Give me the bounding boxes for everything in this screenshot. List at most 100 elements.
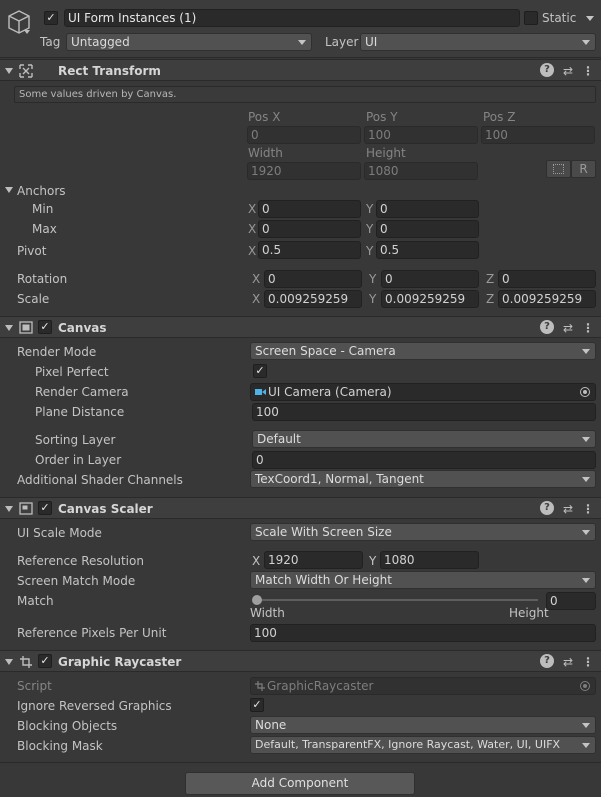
- pos-z-field: 100: [481, 126, 595, 144]
- active-checkbox[interactable]: ✓: [44, 11, 58, 25]
- component-title: Canvas: [58, 321, 107, 335]
- pivot-x-field[interactable]: 0.5: [258, 241, 361, 259]
- kebab-menu-icon[interactable]: ⋮: [582, 501, 594, 517]
- canvas-scaler-icon: [19, 502, 33, 515]
- canvas-icon: [19, 321, 33, 334]
- canvas-scaler-enabled-checkbox[interactable]: ✓: [38, 501, 52, 515]
- max-y-field[interactable]: 0: [376, 220, 479, 238]
- axis-y-label: Y: [366, 244, 374, 258]
- anchors-foldout-icon[interactable]: [5, 187, 13, 193]
- blueprint-mode-button[interactable]: [546, 160, 571, 178]
- pivot-label: Pivot: [17, 244, 47, 258]
- shader-channels-label: Additional Shader Channels: [17, 473, 183, 487]
- ignore-reversed-checkbox[interactable]: ✓: [250, 698, 264, 712]
- help-icon[interactable]: ?: [540, 320, 554, 334]
- axis-y-label: Y: [369, 554, 377, 568]
- plane-distance-field[interactable]: 100: [252, 403, 596, 421]
- min-x-field[interactable]: 0: [258, 200, 361, 218]
- scale-y-field[interactable]: 0.009259259: [381, 290, 479, 308]
- canvas-scaler-header[interactable]: ✓ Canvas Scaler ? ⇄ ⋮: [0, 497, 601, 519]
- blocking-mask-dropdown[interactable]: Default, TransparentFX, Ignore Raycast, …: [250, 736, 596, 754]
- rotation-y-field[interactable]: 0: [381, 270, 479, 288]
- kebab-menu-icon[interactable]: ⋮: [582, 63, 594, 79]
- canvas-header[interactable]: ✓ Canvas ? ⇄ ⋮: [0, 316, 601, 338]
- min-y-field[interactable]: 0: [376, 200, 479, 218]
- pixels-per-unit-field[interactable]: 100: [250, 624, 596, 642]
- slider-width-label: Width: [250, 606, 285, 620]
- scale-label: Scale: [17, 292, 50, 306]
- max-x-field[interactable]: 0: [258, 220, 361, 238]
- render-mode-dropdown[interactable]: Screen Space - Camera: [250, 342, 596, 360]
- axis-x-label: X: [252, 272, 261, 286]
- pivot-y-field[interactable]: 0.5: [376, 241, 479, 259]
- blocking-mask-label: Blocking Mask: [17, 739, 103, 753]
- help-icon[interactable]: ?: [540, 501, 554, 515]
- layer-dropdown[interactable]: UI: [360, 33, 596, 51]
- raw-edit-button[interactable]: R: [571, 160, 596, 178]
- component-title: Graphic Raycaster: [58, 655, 182, 669]
- pos-x-label: Pos X: [248, 110, 281, 124]
- object-name-field[interactable]: UI Form Instances (1): [64, 9, 520, 27]
- tag-label: Tag: [40, 35, 61, 49]
- static-checkbox[interactable]: [524, 11, 538, 25]
- help-icon[interactable]: ?: [540, 63, 554, 77]
- slider-thumb[interactable]: [252, 595, 262, 605]
- chevron-down-icon[interactable]: [24, 30, 30, 34]
- render-camera-field[interactable]: UI Camera (Camera): [250, 383, 596, 401]
- kebab-menu-icon[interactable]: ⋮: [582, 320, 594, 336]
- reference-resolution-x-field[interactable]: 1920: [264, 551, 363, 569]
- rotation-x-field[interactable]: 0: [264, 270, 362, 288]
- axis-x-label: X: [248, 222, 257, 236]
- match-value-field[interactable]: 0: [546, 592, 596, 610]
- axis-y-label: Y: [369, 292, 377, 306]
- gameobject-header: ✓ UI Form Instances (1) Static Tag Untag…: [0, 0, 601, 58]
- foldout-arrow-icon[interactable]: [5, 506, 13, 512]
- presets-icon[interactable]: ⇄: [561, 654, 575, 670]
- presets-icon[interactable]: ⇄: [561, 320, 575, 336]
- screen-match-mode-dropdown[interactable]: Match Width Or Height: [250, 571, 596, 589]
- layer-label: Layer: [325, 35, 359, 49]
- pixel-perfect-checkbox[interactable]: ✓: [253, 364, 267, 378]
- object-picker-icon[interactable]: [580, 387, 590, 397]
- axis-x-label: X: [248, 202, 257, 216]
- max-label: Max: [32, 222, 57, 236]
- axis-y-label: Y: [366, 222, 374, 236]
- help-icon[interactable]: ?: [540, 654, 554, 668]
- scale-x-field[interactable]: 0.009259259: [264, 290, 362, 308]
- rotation-z-field[interactable]: 0: [498, 270, 596, 288]
- order-in-layer-field[interactable]: 0: [252, 451, 596, 469]
- sorting-layer-dropdown[interactable]: Default: [252, 430, 596, 448]
- ui-scale-mode-label: UI Scale Mode: [17, 526, 102, 540]
- slider-track: [256, 599, 538, 601]
- raycaster-enabled-checkbox[interactable]: ✓: [38, 654, 52, 668]
- presets-icon[interactable]: ⇄: [561, 501, 575, 517]
- shader-channels-dropdown[interactable]: TexCoord1, Normal, Tangent: [250, 470, 596, 488]
- script-label: Script: [17, 679, 52, 693]
- scale-z-field[interactable]: 0.009259259: [498, 290, 596, 308]
- match-slider[interactable]: [252, 592, 542, 608]
- rect-transform-icon: [19, 64, 33, 78]
- pos-z-label: Pos Z: [483, 110, 516, 124]
- reference-resolution-y-field[interactable]: 1080: [380, 551, 479, 569]
- pixels-per-unit-label: Reference Pixels Per Unit: [17, 626, 167, 640]
- tag-dropdown[interactable]: Untagged: [66, 33, 312, 51]
- plane-distance-label: Plane Distance: [35, 405, 125, 419]
- add-component-button[interactable]: Add Component: [185, 772, 415, 795]
- driven-notice: Some values driven by Canvas.: [14, 86, 596, 103]
- blocking-objects-dropdown[interactable]: None: [250, 716, 596, 734]
- order-in-layer-label: Order in Layer: [35, 453, 122, 467]
- height-field: 1080: [364, 162, 478, 180]
- kebab-menu-icon[interactable]: ⋮: [582, 654, 594, 670]
- reference-resolution-label: Reference Resolution: [17, 554, 144, 568]
- ui-scale-mode-dropdown[interactable]: Scale With Screen Size: [250, 523, 596, 541]
- canvas-enabled-checkbox[interactable]: ✓: [38, 320, 52, 334]
- foldout-arrow-icon[interactable]: [5, 68, 13, 74]
- pixel-perfect-label: Pixel Perfect: [35, 365, 109, 379]
- foldout-arrow-icon[interactable]: [5, 325, 13, 331]
- presets-icon[interactable]: ⇄: [561, 63, 575, 79]
- foldout-arrow-icon[interactable]: [5, 659, 13, 665]
- rect-transform-header[interactable]: Rect Transform ? ⇄ ⋮: [0, 59, 601, 81]
- camera-icon: [255, 389, 266, 395]
- graphic-raycaster-header[interactable]: ✓ Graphic Raycaster ? ⇄ ⋮: [0, 650, 601, 672]
- static-dropdown-arrow[interactable]: [586, 16, 594, 21]
